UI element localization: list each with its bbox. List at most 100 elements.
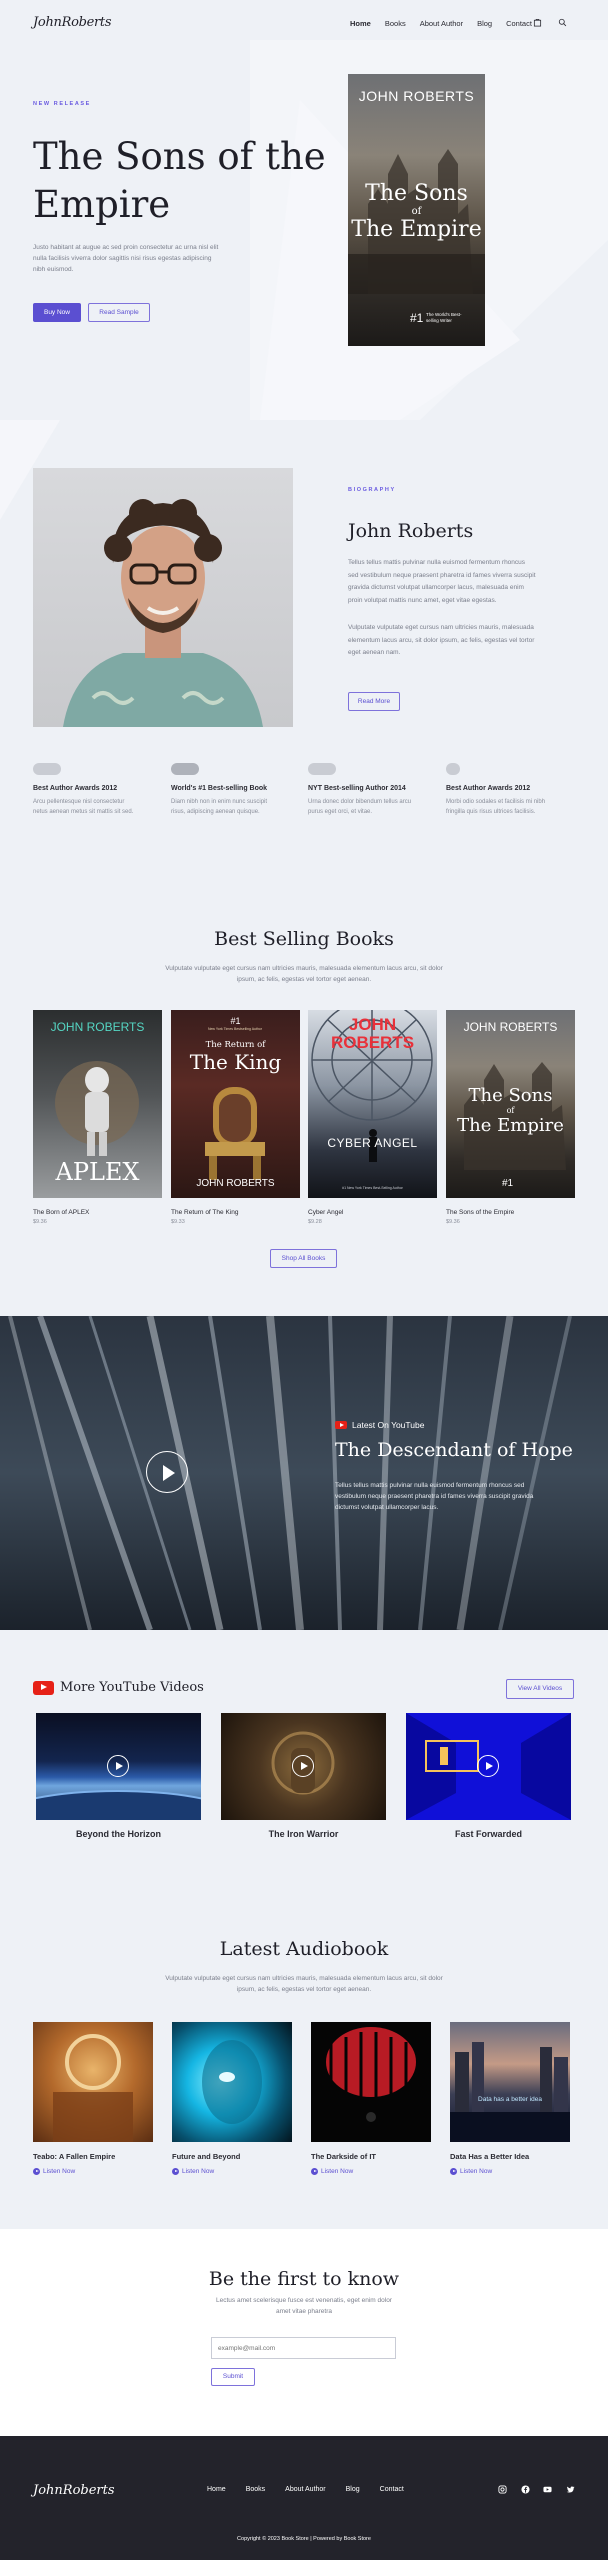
ornate-dome-illustration bbox=[53, 2034, 133, 2142]
footer-nav: Home Books About Author Blog Contact bbox=[207, 2486, 424, 2493]
bio-text-line: Vulputate vulputate eget cursus nam ultr… bbox=[348, 624, 534, 631]
hero-title-line-1: The Sons of the bbox=[33, 135, 326, 178]
footer-nav-home[interactable]: Home bbox=[207, 2486, 226, 2493]
footer-nav-books[interactable]: Books bbox=[246, 2486, 265, 2493]
feature-text-line: vestibulum neque praesent pharetra id fa… bbox=[335, 1493, 534, 1500]
play-icon bbox=[301, 1762, 308, 1770]
listen-now-link[interactable]: Listen Now bbox=[311, 2168, 353, 2175]
footer-nav-contact[interactable]: Contact bbox=[380, 2486, 404, 2493]
hero-title: The Sons of the Empire bbox=[33, 133, 326, 229]
audiobook-cover[interactable] bbox=[311, 2022, 431, 2142]
book-name[interactable]: The Return of The King bbox=[171, 1209, 238, 1216]
play-button[interactable] bbox=[292, 1755, 314, 1777]
book-price: $9.28 bbox=[308, 1219, 322, 1225]
instagram-icon[interactable] bbox=[498, 2485, 507, 2494]
audiobook-cover[interactable]: Data has a better idea bbox=[450, 2022, 570, 2142]
book-cover-cyber-angel[interactable]: JOHN ROBERTS CYBER ANGEL #1 New York Tim… bbox=[308, 1010, 437, 1198]
book-name[interactable]: Cyber Angel bbox=[308, 1209, 343, 1216]
best-selling-subtitle: Vulputate vulputate eget cursus nam ultr… bbox=[144, 963, 464, 985]
award-title: World's #1 Best-selling Book bbox=[171, 785, 268, 792]
video-title[interactable]: The Iron Warrior bbox=[221, 1829, 386, 1839]
video-thumbnail[interactable] bbox=[36, 1713, 201, 1820]
award-text-line: purus eget orci, et vitae. bbox=[308, 809, 373, 815]
video-thumbnail[interactable] bbox=[221, 1713, 386, 1820]
view-all-videos-button[interactable]: View All Videos bbox=[506, 1679, 574, 1699]
author-photo bbox=[33, 468, 293, 727]
award-item: Best Author Awards 2012 Arcu pellentesqu… bbox=[33, 763, 161, 817]
video-title[interactable]: Beyond the Horizon bbox=[36, 1829, 201, 1839]
book-cover-the-king[interactable]: #1 New York Times Bestselling Author The… bbox=[171, 1010, 300, 1198]
book-cover-sons-of-empire[interactable]: JOHN ROBERTS The Sons of The Empire #1 bbox=[446, 1010, 575, 1198]
listen-now-link[interactable]: Listen Now bbox=[450, 2168, 492, 2175]
newsletter-section bbox=[0, 2229, 608, 2436]
submit-button[interactable]: Submit bbox=[211, 2368, 255, 2386]
nav-books[interactable]: Books bbox=[385, 19, 406, 28]
audiobook-name[interactable]: Data Has a Better Idea bbox=[450, 2152, 529, 2161]
award-text-line: Arcu pellentesque nisl consectetur bbox=[33, 799, 125, 805]
footer-nav-about-author[interactable]: About Author bbox=[285, 2486, 325, 2493]
youtube-icon[interactable] bbox=[543, 2485, 552, 2494]
feature-video-banner: Latest On YouTube The Descendant of Hope… bbox=[0, 1316, 608, 1630]
award-text-line: fringilla quis risus ultrices facilisis. bbox=[446, 809, 536, 815]
award-text-line: Urna donec dolor bibendum tellus arcu bbox=[308, 799, 412, 805]
book-cover-badge: #1 bbox=[230, 1016, 241, 1026]
cart-icon[interactable] bbox=[533, 18, 542, 27]
subtitle-line: amet vitae pharetra bbox=[275, 2308, 332, 2315]
book-name[interactable]: The Sons of the Empire bbox=[446, 1209, 514, 1216]
bio-text-line: sed vestibulum neque praesent pharetra i… bbox=[348, 571, 536, 579]
youtube-icon bbox=[33, 1680, 54, 1695]
facebook-icon[interactable] bbox=[521, 2485, 530, 2494]
play-button[interactable] bbox=[146, 1451, 188, 1493]
twitter-icon[interactable] bbox=[566, 2485, 575, 2494]
read-sample-button[interactable]: Read Sample bbox=[88, 303, 150, 322]
listen-now-label: Listen Now bbox=[43, 2168, 76, 2175]
footer-nav-blog[interactable]: Blog bbox=[346, 2486, 360, 2493]
audiobook-title: Latest Audiobook bbox=[219, 1938, 389, 1960]
author-portrait-illustration bbox=[63, 499, 263, 727]
award-text-line: Diam nibh non in enim nunc suscipit bbox=[171, 799, 268, 805]
listen-now-link[interactable]: Listen Now bbox=[172, 2168, 214, 2175]
neon-sign-text: Data has a better idea bbox=[478, 2096, 542, 2103]
audiobook-name[interactable]: Teabo: A Fallen Empire bbox=[33, 2152, 115, 2161]
audiobook-name[interactable]: Future and Beyond bbox=[172, 2152, 240, 2161]
book-cover-author: JOHN ROBERTS bbox=[196, 1178, 275, 1189]
bio-tag: BIOGRAPHY bbox=[348, 487, 396, 493]
video-thumbnail[interactable] bbox=[406, 1713, 571, 1820]
nav-blog[interactable]: Blog bbox=[477, 19, 492, 28]
subtitle-line: Vulputate vulputate eget cursus nam ultr… bbox=[165, 965, 443, 972]
audiobook-cover[interactable] bbox=[172, 2022, 292, 2142]
email-field[interactable] bbox=[211, 2337, 396, 2359]
nav-home[interactable]: Home bbox=[350, 19, 371, 28]
book-cover-author: JOHN ROBERTS bbox=[463, 1020, 558, 1034]
book-name[interactable]: The Born of APLEX bbox=[33, 1209, 89, 1216]
shop-all-books-button[interactable]: Shop All Books bbox=[270, 1249, 337, 1268]
audiobook-cover[interactable] bbox=[33, 2022, 153, 2142]
newsletter-subtitle: Lectus amet scelerisque fusce est venena… bbox=[144, 2295, 464, 2317]
newsletter-title: Be the first to know bbox=[208, 2268, 400, 2290]
play-button[interactable] bbox=[477, 1755, 499, 1777]
play-icon bbox=[172, 2168, 179, 2175]
subtitle-line: ipsum, ac felis, egestas vel tortor eget… bbox=[236, 976, 372, 983]
book-price: $9.33 bbox=[171, 1219, 185, 1225]
buy-now-button[interactable]: Buy Now bbox=[33, 303, 81, 322]
footer-logo[interactable]: JohnRoberts bbox=[33, 2483, 115, 2498]
book-cover-author-line: JOHN bbox=[348, 1015, 397, 1034]
video-title[interactable]: Fast Forwarded bbox=[406, 1829, 571, 1839]
search-icon[interactable] bbox=[558, 18, 567, 27]
nav-contact[interactable]: Contact bbox=[506, 19, 532, 28]
nav-about-author[interactable]: About Author bbox=[420, 19, 463, 28]
listen-now-link[interactable]: Listen Now bbox=[33, 2168, 75, 2175]
book-price: $9.36 bbox=[446, 1219, 460, 1225]
red-light-grid-illustration bbox=[326, 2027, 416, 2122]
site-logo[interactable]: JohnRoberts bbox=[33, 15, 112, 30]
play-button[interactable] bbox=[107, 1755, 129, 1777]
hero-book-cover[interactable]: JOHN ROBERTS The Sons of The Empire #1 T… bbox=[348, 74, 485, 346]
listen-now-label: Listen Now bbox=[321, 2168, 354, 2175]
audiobook-name[interactable]: The Darkside of IT bbox=[311, 2152, 376, 2161]
read-more-button[interactable]: Read More bbox=[348, 692, 400, 711]
awards-row: Best Author Awards 2012 Arcu pellentesqu… bbox=[33, 763, 573, 833]
bio-paragraph-2: Vulputate vulputate eget cursus nam ultr… bbox=[348, 622, 534, 660]
book-cover-aplex[interactable]: JOHN ROBERTS APLEX bbox=[33, 1010, 162, 1198]
hero-cover-title: The Sons of The Empire bbox=[348, 182, 485, 242]
book-cover-tag: #1 New York Times Best-Selling Author bbox=[342, 1186, 403, 1190]
